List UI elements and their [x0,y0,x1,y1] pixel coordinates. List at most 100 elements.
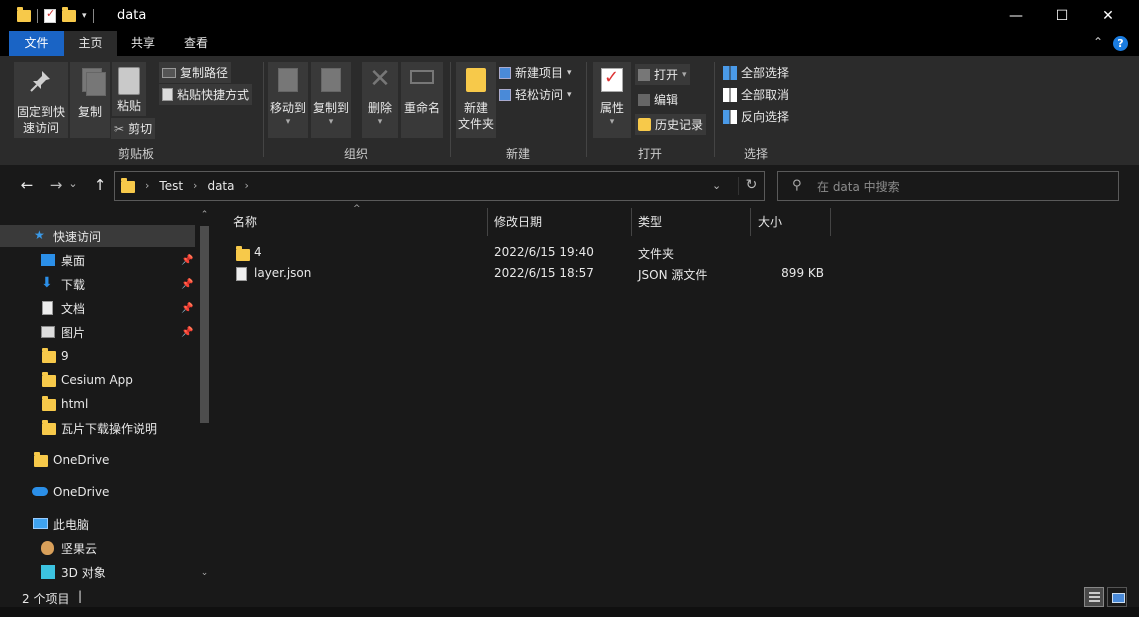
new-item-button[interactable]: 新建项目 ▾ [496,62,575,83]
column-separator[interactable] [830,208,831,236]
breadcrumb-test[interactable]: Test [159,179,183,193]
nav-item-folder-9[interactable]: 9 [0,345,195,367]
pin-icon[interactable]: 📌 [181,327,193,338]
nav-3d-objects[interactable]: 3D 对象 [0,561,195,583]
status-bar: 2 个项目 | [0,585,1139,607]
file-type: 文件夹 [638,247,675,261]
copy-to-button[interactable]: 复制到 ▾ [311,62,351,138]
delete-button[interactable]: ✕ 删除 ▾ [362,62,398,138]
easy-access-icon [499,88,511,101]
new-folder-icon[interactable] [62,7,76,22]
back-button[interactable]: ← [16,176,38,194]
table-row[interactable]: layer.json 2022/6/15 18:57 JSON 源文件 899 … [233,263,1053,284]
pictures-icon [41,326,55,338]
chevron-right-icon[interactable]: › [145,179,149,192]
refresh-button[interactable]: ↻ [738,177,764,195]
select-none-label: 全部取消 [741,88,790,102]
chevron-right-icon[interactable]: › [193,179,197,192]
rename-icon [410,70,434,84]
search-icon: ⚲ [792,178,802,193]
collapse-ribbon-icon[interactable]: ⌃ [1093,35,1103,49]
nav-scrollbar[interactable]: ⌃ ⌄ [196,208,213,585]
copy-path-button[interactable]: 复制路径 [159,62,232,83]
pin-icon[interactable]: 📌 [181,279,193,290]
nav-onedrive-personal[interactable]: OneDrive [0,449,195,471]
tab-share[interactable]: 共享 [117,31,169,56]
column-separator[interactable] [487,208,488,236]
address-bar[interactable]: › Test › data › ⌄ ↻ [114,171,765,201]
nav-item-pictures[interactable]: 图片 📌 [0,321,195,343]
paste-shortcut-button[interactable]: 粘贴快捷方式 [159,84,253,105]
chevron-right-icon[interactable]: › [244,179,248,192]
scroll-down-icon[interactable]: ⌄ [196,568,213,578]
column-separator[interactable] [750,208,751,236]
maximize-button[interactable]: ☐ [1039,0,1085,31]
nav-item-html[interactable]: html [0,393,195,415]
forward-button[interactable]: → [45,176,67,194]
tab-file[interactable]: 文件 [9,31,64,56]
pin-quick-access-label: 固定到快 速访问 [16,105,65,135]
search-box[interactable]: ⚲ [777,171,1119,201]
cut-button[interactable]: ✂ 剪切 [111,118,156,139]
paste-label: 粘贴 [116,99,141,113]
nav-item-cesium-app[interactable]: Cesium App [0,369,195,391]
address-dropdown-button[interactable]: ⌄ [712,179,721,192]
history-icon [638,118,651,131]
new-item-icon [499,66,511,79]
scroll-thumb[interactable] [200,226,209,423]
nav-item-desktop[interactable]: 桌面 📌 [0,249,195,271]
recent-locations-button[interactable]: ⌄ [66,177,80,190]
minimize-button[interactable]: — [993,0,1039,31]
easy-access-button[interactable]: 轻松访问 ▾ [496,84,575,105]
pin-icon [30,71,50,92]
invert-selection-button[interactable]: 反向选择 [720,106,792,127]
table-row[interactable]: 4 2022/6/15 19:40 文件夹 [233,242,1053,263]
nav-item-documents[interactable]: 文档 📌 [0,297,195,319]
tab-home[interactable]: 主页 [64,31,117,56]
rename-button[interactable]: 重命名 [401,62,443,138]
nav-item-label: 文档 [61,301,86,316]
help-icon[interactable]: ? [1113,36,1128,51]
column-header-name[interactable]: 名称 [233,208,257,236]
history-button[interactable]: 历史记录 [635,114,707,135]
up-button[interactable]: ↑ [89,176,111,194]
nav-item-downloads[interactable]: ⬇ 下载 📌 [0,273,195,295]
select-none-button[interactable]: 全部取消 [720,84,792,105]
move-to-button[interactable]: 移动到 ▾ [268,62,308,138]
group-separator [714,62,715,157]
nav-jianguoyun[interactable]: 坚果云 [0,537,195,559]
paste-button[interactable]: 粘贴 [112,62,146,116]
pin-icon[interactable]: 📌 [181,255,193,266]
nav-onedrive-cloud[interactable]: OneDrive [0,481,195,503]
pin-quick-access-button[interactable]: 固定到快 速访问 [14,62,68,138]
large-icons-view-button[interactable] [1107,587,1127,607]
properties-button[interactable]: ✓ 属性 ▾ [593,62,631,138]
close-button[interactable]: ✕ [1085,0,1131,31]
separator [37,9,38,23]
properties-icon[interactable] [44,7,56,23]
select-all-button[interactable]: 全部选择 [720,62,792,83]
nav-quick-access[interactable]: ★ 快速访问 [0,225,195,247]
paste-shortcut-label: 粘贴快捷方式 [177,88,250,102]
column-header-type[interactable]: 类型 [638,208,662,236]
nav-this-pc[interactable]: 此电脑 [0,513,195,535]
column-header-modified[interactable]: 修改日期 [494,208,542,236]
new-folder-button[interactable]: 新建 文件夹 [456,62,496,138]
copy-button[interactable]: 复制 [70,62,110,138]
details-view-button[interactable] [1084,587,1104,607]
column-header-size[interactable]: 大小 [758,208,782,236]
nav-item-label: 桌面 [61,253,86,268]
delete-x-icon: ✕ [369,64,391,94]
pin-icon[interactable]: 📌 [181,303,193,314]
search-input[interactable] [817,178,1107,196]
customize-qat-arrow-icon[interactable]: ▾ [82,11,87,21]
column-separator[interactable] [631,208,632,236]
new-folder-big-icon [466,68,486,92]
sort-ascending-icon: ^ [353,204,361,214]
nav-item-tile-guide[interactable]: 瓦片下载操作说明 [0,417,195,439]
open-button[interactable]: 打开 ▾ [635,64,690,85]
edit-button[interactable]: 编辑 [635,89,681,110]
scroll-up-icon[interactable]: ⌃ [196,210,213,220]
tab-view[interactable]: 查看 [169,31,223,56]
breadcrumb-data[interactable]: data [207,179,234,193]
